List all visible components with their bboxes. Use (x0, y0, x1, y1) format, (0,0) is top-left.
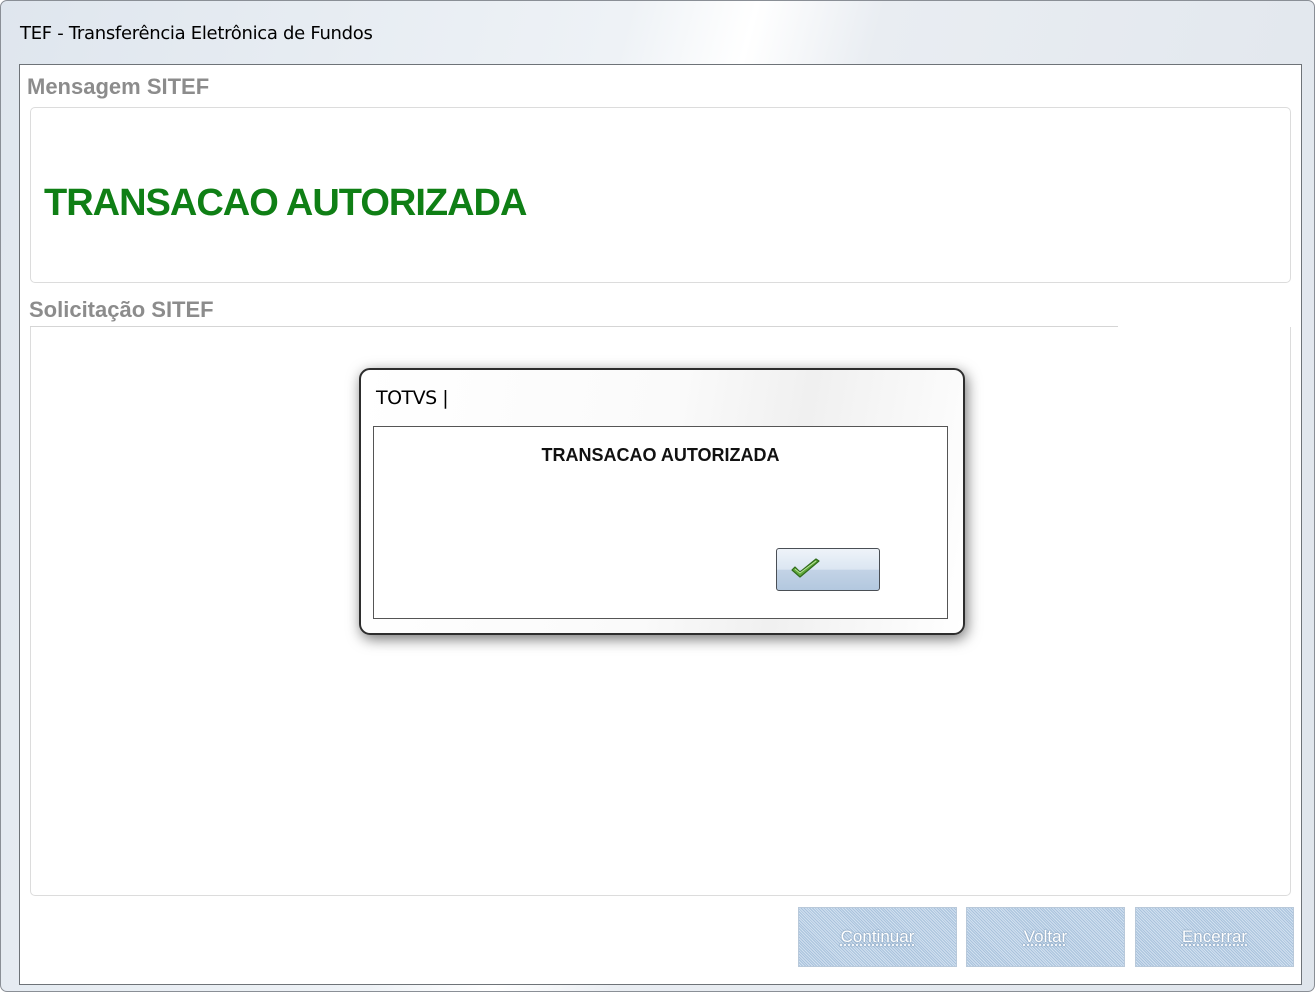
checkmark-icon (791, 558, 820, 578)
window-title: TEF - Transferência Eletrônica de Fundos (20, 23, 373, 44)
continuar-button[interactable]: Continuar (798, 907, 957, 967)
solicitacao-sitef-label: Solicitação SITEF (29, 297, 214, 322)
mensagem-text: TRANSACAO AUTORIZADA (44, 182, 527, 224)
dialog-title: TOTVS | (376, 387, 449, 409)
dialog-body: TRANSACAO AUTORIZADA (373, 426, 948, 619)
dialog-message: TRANSACAO AUTORIZADA (541, 445, 780, 465)
ok-button[interactable] (776, 548, 880, 591)
encerrar-button[interactable]: Encerrar (1135, 907, 1294, 967)
mensagem-sitef-label: Mensagem SITEF (27, 74, 210, 99)
mensagem-sitef-panel: TRANSACAO AUTORIZADA (30, 107, 1291, 283)
voltar-button[interactable]: Voltar (966, 907, 1125, 967)
totvs-dialog: TOTVS | TRANSACAO AUTORIZADA (359, 368, 965, 635)
